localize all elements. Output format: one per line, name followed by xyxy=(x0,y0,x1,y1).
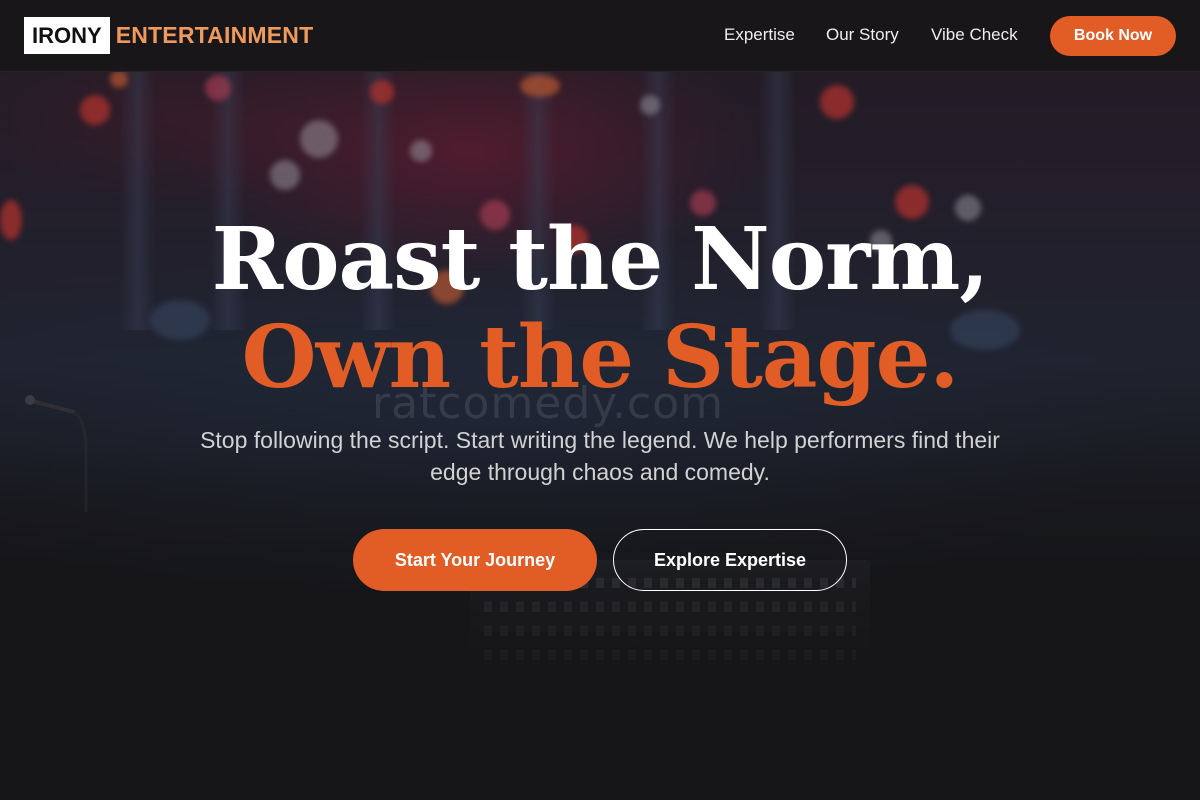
site-logo[interactable]: IRONY ENTERTAINMENT xyxy=(24,17,313,54)
book-now-button[interactable]: Book Now xyxy=(1050,16,1176,56)
top-navbar: IRONY ENTERTAINMENT Expertise Our Story … xyxy=(0,0,1200,72)
nav-link-expertise[interactable]: Expertise xyxy=(724,25,795,49)
nav-link-vibe-check[interactable]: Vibe Check xyxy=(931,25,1018,49)
hero-headline-line2: Own the Stage. xyxy=(241,307,960,408)
hero-subtitle: Stop following the script. Start writing… xyxy=(200,427,1000,485)
hero-headline-line1: Roast the Norm, xyxy=(211,209,990,310)
nav-link-our-story[interactable]: Our Story xyxy=(826,25,899,49)
logo-box-text: IRONY xyxy=(24,17,110,54)
explore-expertise-button[interactable]: Explore Expertise xyxy=(613,529,847,591)
logo-wordmark: ENTERTAINMENT xyxy=(115,22,314,48)
landing-page: ratcomedy.com IRONY ENTERTAINMENT Expert… xyxy=(0,0,1200,800)
start-journey-button[interactable]: Start Your Journey xyxy=(353,529,597,591)
